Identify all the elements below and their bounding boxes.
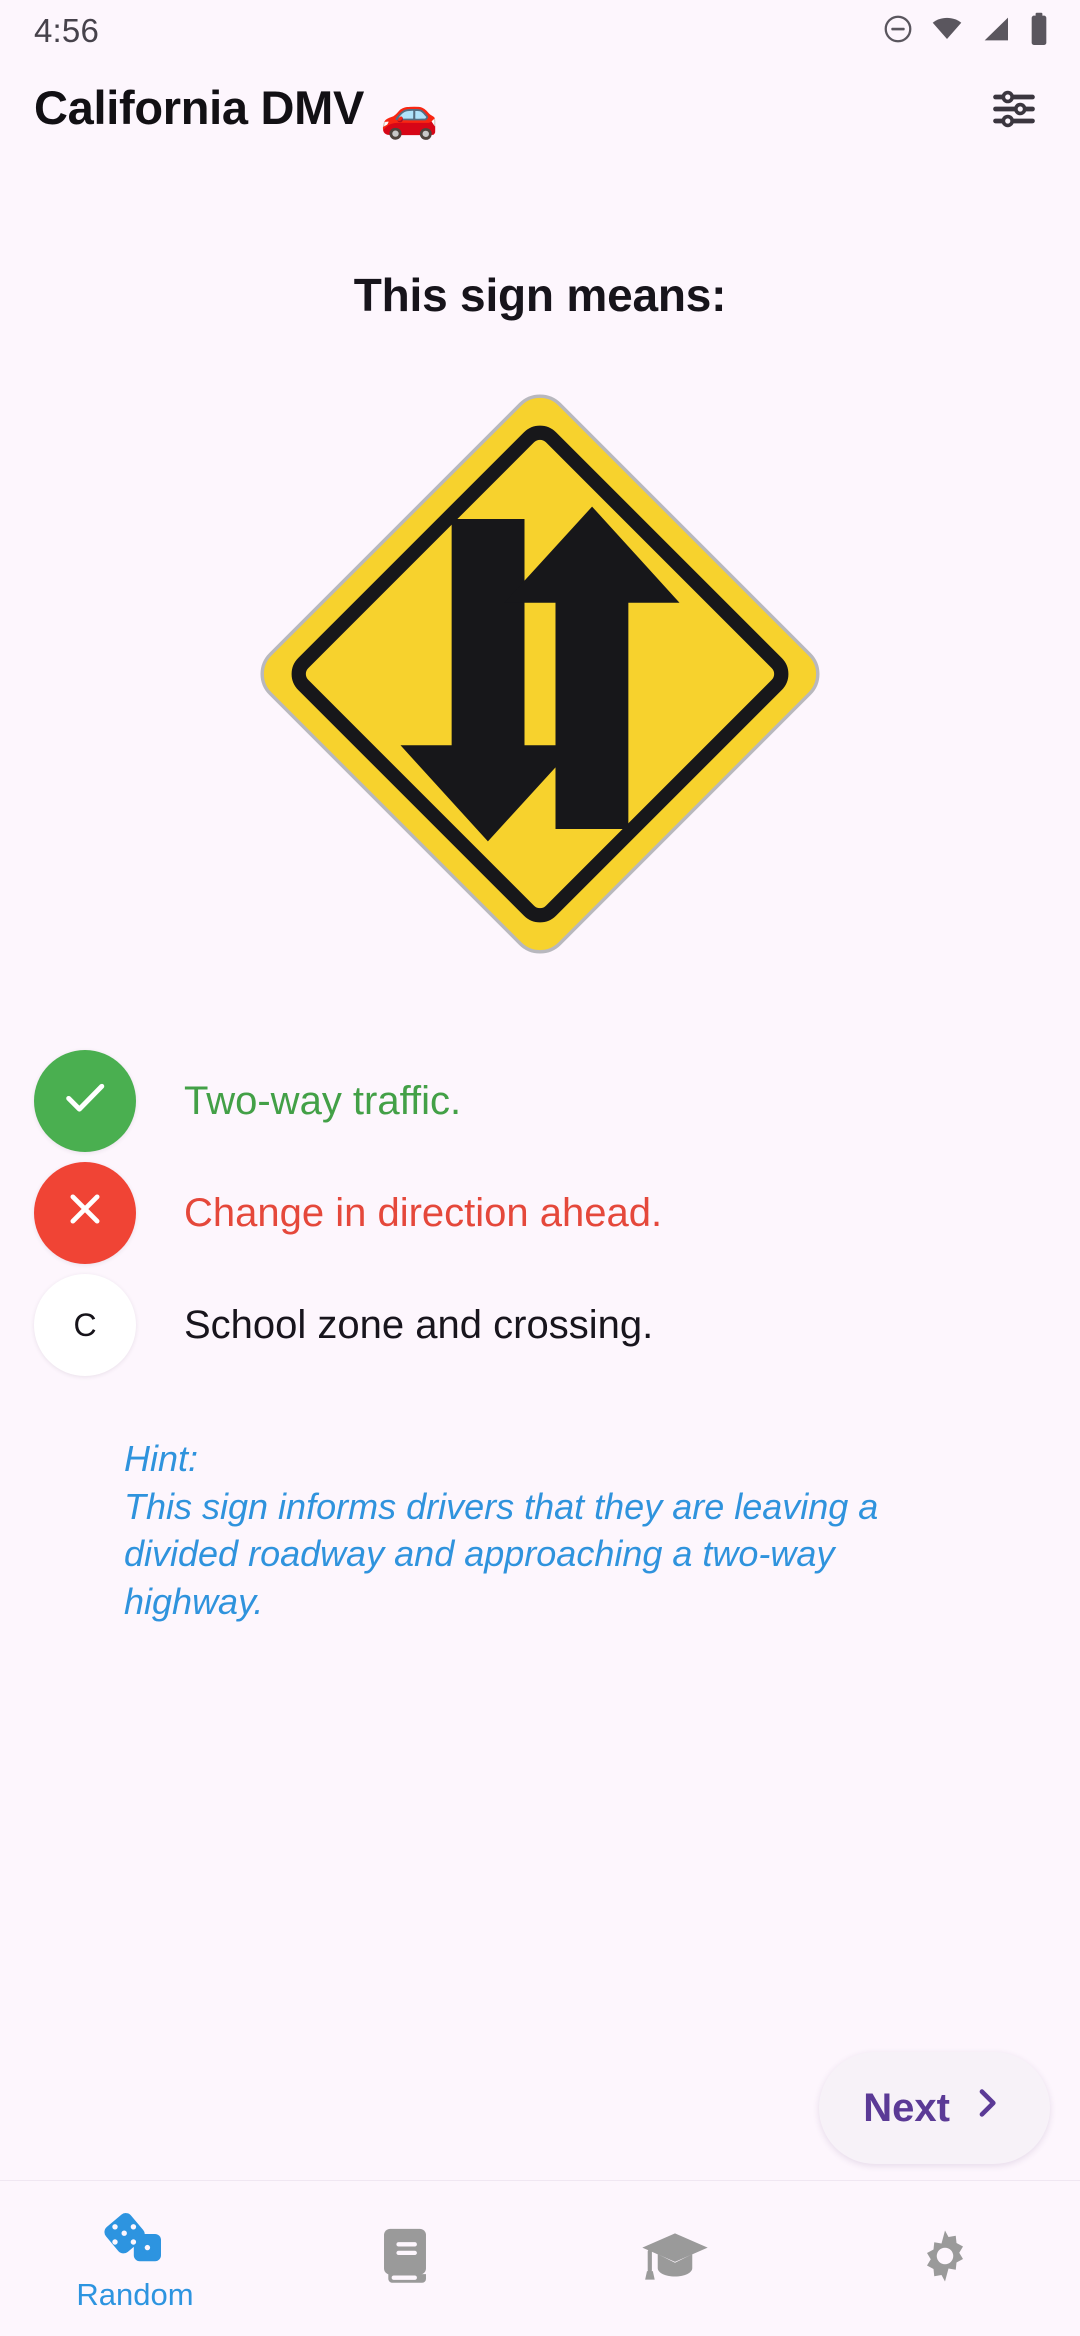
answer-option-label: Change in direction ahead. <box>184 1191 663 1235</box>
answer-letter: C <box>73 1306 97 1343</box>
tune-sliders-icon <box>989 84 1039 139</box>
book-icon <box>376 2225 434 2292</box>
sign-image-wrapper <box>0 364 1080 989</box>
status-bar-icons <box>882 12 1050 51</box>
answer-option-a[interactable]: Two-way traffic. <box>0 1045 1080 1157</box>
app-title-text: California DMV <box>34 81 365 134</box>
next-button[interactable]: Next <box>819 2052 1050 2164</box>
gear-icon <box>915 2226 975 2291</box>
hint-label: Hint: <box>124 1438 199 1479</box>
hint-body: This sign informs drivers that they are … <box>124 1485 879 1622</box>
page-title: California DMV 🚗 <box>34 80 439 142</box>
two-way-traffic-sign <box>230 364 850 989</box>
dice-icon <box>101 2210 169 2271</box>
app-bar: California DMV 🚗 <box>0 62 1080 160</box>
answer-option-label: School zone and crossing. <box>184 1303 654 1347</box>
nav-item-handbook[interactable] <box>270 2181 540 2336</box>
graduation-cap-icon <box>640 2228 710 2289</box>
nav-item-settings[interactable] <box>810 2181 1080 2336</box>
nav-item-learn[interactable] <box>540 2181 810 2336</box>
battery-icon <box>1028 12 1050 51</box>
cellular-signal-icon <box>980 13 1012 50</box>
status-bar: 4:56 <box>0 0 1080 62</box>
hint-block: Hint: This sign informs drivers that the… <box>124 1435 954 1625</box>
answer-badge-correct <box>34 1050 136 1152</box>
answer-badge-wrong <box>34 1162 136 1264</box>
question-prompt: This sign means: <box>353 269 727 321</box>
chevron-right-icon <box>968 2084 1006 2132</box>
status-bar-clock: 4:56 <box>34 12 100 49</box>
answer-option-c[interactable]: C School zone and crossing. <box>0 1269 1080 1381</box>
do-not-disturb-icon <box>882 13 914 50</box>
answer-options: Two-way traffic. Change in direction ahe… <box>0 1045 1080 1381</box>
answer-badge-letter: C <box>34 1274 136 1376</box>
next-button-row: Next <box>819 2052 1050 2164</box>
next-button-label: Next <box>863 2085 950 2130</box>
answer-option-label: Two-way traffic. <box>184 1079 462 1123</box>
main-content: This sign means: Two-way traffic. Change… <box>0 160 1080 2180</box>
car-icon: 🚗 <box>380 87 439 140</box>
answer-option-b[interactable]: Change in direction ahead. <box>0 1157 1080 1269</box>
filter-settings-button[interactable] <box>976 73 1052 149</box>
wifi-icon <box>930 13 964 50</box>
check-icon <box>57 1069 113 1133</box>
nav-item-random[interactable]: Random <box>0 2181 270 2336</box>
app-screen: 4:56 California DMV 🚗 This sign means: T… <box>0 0 1080 2336</box>
bottom-navigation: Random <box>0 2180 1080 2336</box>
nav-item-label: Random <box>76 2277 194 2312</box>
close-icon <box>58 1182 112 1244</box>
